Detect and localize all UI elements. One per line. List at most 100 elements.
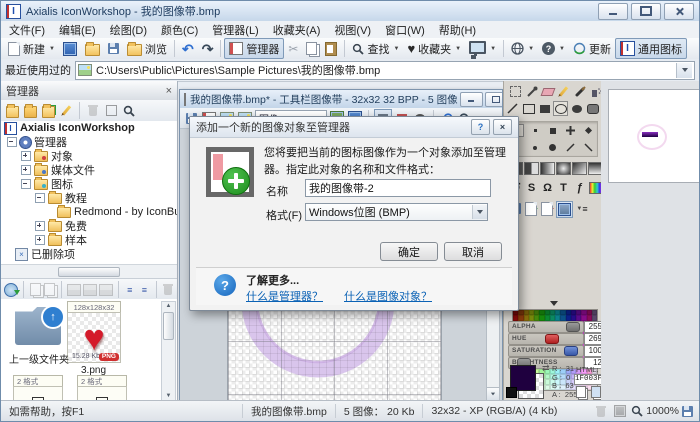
lasso-button[interactable]: Ω [540,180,555,195]
thumbnails-scrollbar[interactable]: ▲ ▼ [161,301,176,401]
slider-thumb[interactable] [545,334,559,344]
cancel-button[interactable]: 取消 [444,242,502,261]
scroll-down-button[interactable] [487,387,499,400]
doc-maximize-button[interactable] [485,92,502,107]
menu-view[interactable]: 视图(V) [334,22,371,38]
new-button[interactable]: 新建 ▼ [4,39,59,58]
slider-thumb[interactable] [566,322,580,332]
dialog-help-button[interactable]: ? [471,119,490,135]
brush-size-7[interactable] [528,140,543,155]
menu-color[interactable]: 颜色(C) [161,22,198,38]
tree-item-tutorials[interactable]: 教程 [1,191,177,205]
swap-colors-icon[interactable]: ⇄ [542,363,550,374]
redo-button[interactable]: ↷ [198,39,218,58]
file-thumbnail-partial[interactable]: 2 格式 [11,375,63,401]
paste-color-icon[interactable] [591,386,601,398]
image-op-button[interactable] [83,282,97,298]
collapse-icon[interactable] [7,137,17,147]
effects-button[interactable]: ƒ [572,180,587,195]
update-button[interactable]: 更新 [569,39,615,58]
menu-window[interactable]: 窗口(W) [385,22,425,38]
menu-draw[interactable]: 绘图(D) [110,22,147,38]
menu-file[interactable]: 文件(F) [9,22,45,38]
marquee-tool[interactable] [508,84,523,99]
eraser-tool[interactable] [540,84,555,99]
pal-add-button[interactable]: + [524,201,539,216]
expand-icon[interactable] [21,165,31,175]
curve-button[interactable]: S [524,180,539,195]
brush-size-3[interactable] [545,123,560,138]
search-library-button[interactable] [121,103,137,119]
tree-item-objects[interactable]: 对象 [1,149,177,163]
delete-button[interactable] [85,103,101,119]
web-button[interactable]: ▼ [507,39,538,58]
maximize-button[interactable] [631,3,661,20]
image-op-button[interactable] [99,282,113,298]
tree-item-samples[interactable]: 样本 [1,233,177,247]
html-value-field[interactable]: 1F003F [574,374,602,385]
close-button[interactable] [664,3,694,20]
copy-button[interactable] [302,39,321,58]
format-combobox[interactable]: Windows位图 (BMP) [305,203,488,221]
fill-hgrad-button[interactable] [540,161,555,176]
pencil-tool[interactable] [556,84,571,99]
document-title-bar[interactable]: 我的图像带.bmp* - 工具栏图像带 - 32x32 32 BPP - 5 图… [180,90,502,109]
find-button[interactable]: 查找 ▼ [348,39,403,58]
duplicate-button[interactable] [43,282,56,298]
universal-icons-button[interactable]: I 通用图标 [615,38,687,59]
tree-item-root[interactable]: I Axialis IconWorkshop [1,121,177,135]
what-is-manager-link[interactable]: 什么是管理器？ [246,288,323,304]
manager-toggle-button[interactable]: 管理器 [224,38,284,59]
picker-tool[interactable] [524,84,539,99]
image-op-button[interactable] [67,282,81,298]
status-grid-button[interactable] [612,403,628,419]
dialog-title-bar[interactable]: 添加一个新的图像对象至管理器 ? × [190,117,518,138]
open-button[interactable] [81,39,104,58]
expand-icon[interactable] [21,151,31,161]
doc-minimize-button[interactable] [460,92,483,107]
help-button[interactable]: ? ▼ [538,39,569,58]
file-thumbnail-partial[interactable]: 2 格式 [75,375,127,401]
status-trash-button[interactable] [593,403,609,419]
pal-view-button[interactable] [556,201,573,218]
line-tool[interactable] [505,101,520,116]
scrollbar-thumb[interactable] [163,312,174,340]
ok-button[interactable]: 确定 [380,242,438,261]
tree-item-icons[interactable]: 图标 [1,177,177,191]
view-list-button[interactable]: ≡ [138,282,151,298]
rectangle-tool[interactable] [521,101,536,116]
tree-item-librarian[interactable]: 管理器 [1,135,177,149]
new-folder-button[interactable] [22,103,38,119]
brush-tool[interactable] [572,84,587,99]
hue-slider[interactable]: HUE [508,333,584,345]
parent-folder-label[interactable]: 上一级文件夹 [9,351,69,366]
menu-manager[interactable]: 管理器(L) [212,22,258,38]
fill-split-button[interactable] [524,161,539,176]
brush-size-5[interactable] [581,123,596,138]
alpha-slider[interactable]: ALPHA [508,321,584,333]
new-library-button[interactable] [4,103,20,119]
cut-button[interactable]: ✂ [284,39,302,58]
rename-button[interactable] [58,103,74,119]
new-project-button[interactable] [59,39,81,58]
favorites-button[interactable]: ♥ 收藏夹 ▼ [403,39,465,58]
dialog-close-button[interactable]: × [493,119,512,135]
brush-size-10[interactable] [581,140,596,155]
rounded-rect-tool[interactable] [585,101,600,116]
undo-button[interactable]: ↶ [178,39,198,58]
expand-icon[interactable] [35,235,45,245]
tree-item-free[interactable]: 免费 [1,219,177,233]
file-thumbnail[interactable]: 128x128x32 ♥ 15.28 Kb PNG [65,301,121,363]
black-color-swatch[interactable] [506,387,517,398]
zoom-level[interactable]: 1000% [646,405,679,417]
menu-help[interactable]: 帮助(H) [439,22,476,38]
scroll-up-icon[interactable]: ▲ [166,302,172,310]
ellipse-tool[interactable] [553,101,568,116]
brush-size-4[interactable] [563,123,578,138]
view-details-button[interactable]: ≡ [124,282,137,298]
menu-favorites[interactable]: 收藏夹(A) [273,22,321,38]
save-button[interactable] [104,39,123,58]
filled-rectangle-tool[interactable] [537,101,552,116]
menu-edit[interactable]: 编辑(E) [59,22,96,38]
saturation-slider[interactable]: SATURATION [508,345,584,357]
